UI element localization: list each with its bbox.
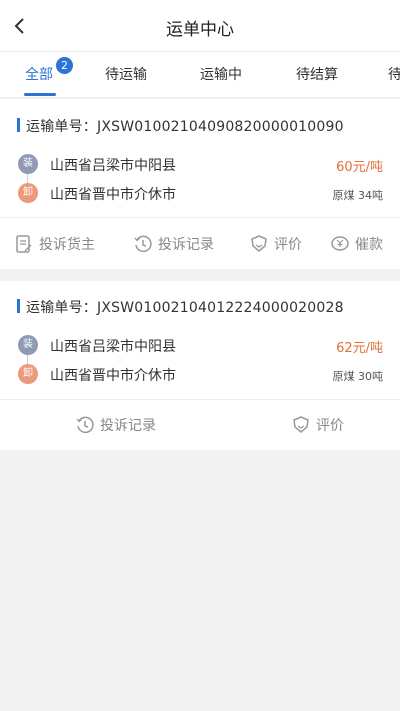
load-badge: 装 [18,335,38,355]
load-badge: 装 [18,154,38,174]
complaint-history-button[interactable]: 投诉记录 [133,233,214,255]
history-clock-icon [134,235,152,253]
origin-address: 山西省吕梁市中阳县 [50,158,176,174]
destination-address: 山西省晋中市介休市 [50,187,176,203]
rate-label: 评价 [316,418,344,434]
request-payment-label: 催款 [355,237,383,253]
rate-button[interactable]: 评价 [249,233,302,255]
freight-price: 62元/吨 [336,341,383,356]
tab-in-transit[interactable]: 运输中 [200,64,242,84]
unload-badge: 卸 [18,183,38,203]
status-tabs: 全部 2 待运输 运输中 待结算 待 [0,52,400,98]
order-accent-bar [17,299,20,313]
tab-pending-transport[interactable]: 待运输 [105,64,147,84]
complain-shipper-button[interactable]: 投诉货主 [14,233,95,255]
cargo-info: 原煤 30吨 [332,370,384,383]
active-tab-indicator [24,93,56,96]
tab-pending-settlement[interactable]: 待结算 [296,64,338,84]
rate-label: 评价 [274,237,302,253]
cargo-info: 原煤 34吨 [332,189,384,202]
tab-all-badge: 2 [56,57,73,74]
origin-address: 山西省吕梁市中阳县 [50,339,176,355]
document-edit-icon [16,235,32,253]
shield-rating-icon [293,416,309,433]
history-clock-icon [76,416,94,434]
order-card[interactable]: 运输单号：JXSW01002104090820000010090 装 卸 山西省… [0,99,400,269]
freight-price: 60元/吨 [336,160,383,175]
request-payment-button[interactable]: 催款 [330,233,383,255]
order-number: 运输单号：JXSW01002104012224000020028 [26,300,344,316]
payment-chat-icon [331,236,349,251]
complaint-history-button[interactable]: 投诉记录 [75,414,156,436]
order-number: 运输单号：JXSW01002104090820000010090 [26,119,344,135]
complaint-history-label: 投诉记录 [158,237,214,253]
order-accent-bar [17,118,20,132]
header-bar: 运单中心 [0,0,400,52]
destination-address: 山西省晋中市介休市 [50,368,176,384]
order-card[interactable]: 运输单号：JXSW01002104012224000020028 装 卸 山西省… [0,281,400,450]
card-divider [0,399,400,400]
rate-button[interactable]: 评价 [291,414,344,436]
card-divider [0,217,400,218]
page-title: 运单中心 [166,20,234,40]
tab-all[interactable]: 全部 [25,64,53,84]
complain-shipper-label: 投诉货主 [39,237,95,253]
tab-more[interactable]: 待 [388,64,400,84]
shield-rating-icon [251,235,267,252]
unload-badge: 卸 [18,364,38,384]
complaint-history-label: 投诉记录 [100,418,156,434]
